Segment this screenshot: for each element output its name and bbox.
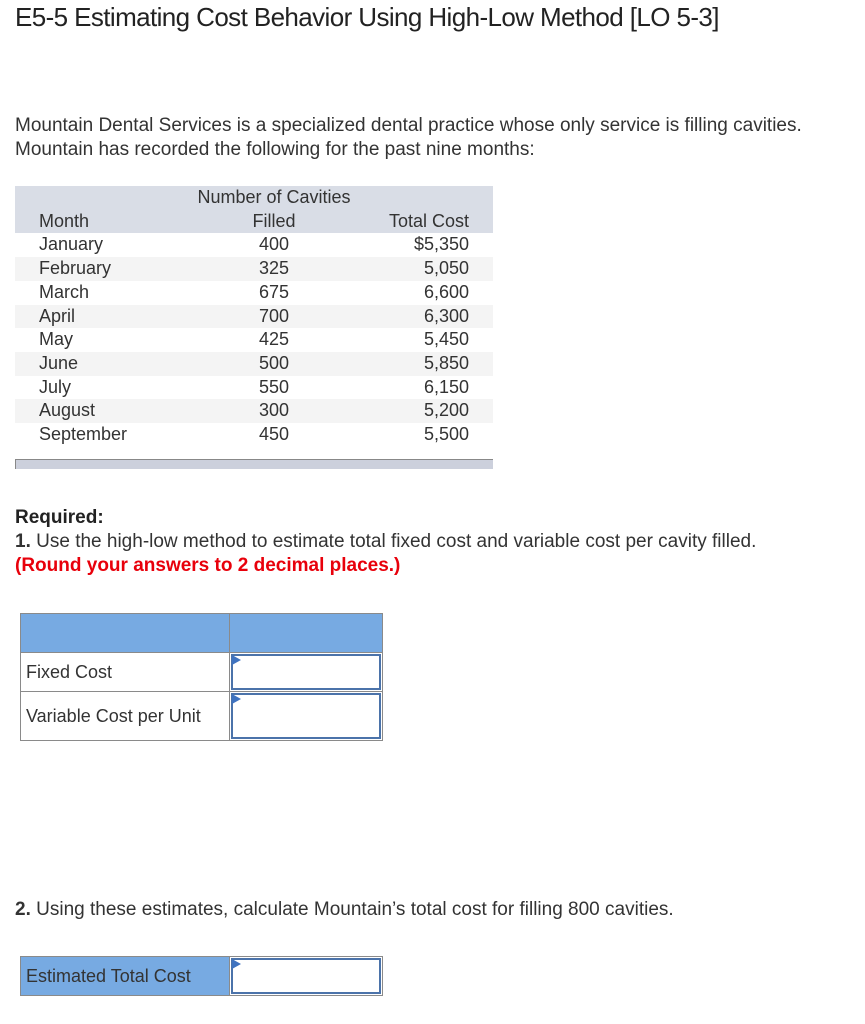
cell-month: February [39, 258, 112, 279]
cell-cavities: 450 [258, 424, 290, 445]
question-1-text: Use the high-low method to estimate tota… [30, 531, 757, 552]
cell-cavities: 400 [258, 234, 290, 255]
cell-cost: 5,050 [423, 258, 469, 279]
cell-month: April [39, 305, 76, 326]
problem-intro: Mountain Dental Services is a specialize… [15, 115, 802, 160]
cell-cavities: 300 [258, 400, 290, 421]
required-label: Required: [15, 507, 104, 528]
cell-cost: 5,500 [423, 424, 469, 445]
input-flag-icon [232, 694, 241, 704]
table-row: January 400 $5,350 [15, 233, 493, 257]
table-row: September 450 5,500 [15, 423, 493, 447]
cell-cavities: 675 [258, 281, 290, 302]
table-footer-bar [15, 459, 493, 469]
estimate-table: Estimated Total Cost [20, 956, 383, 996]
question-1-number: 1. [15, 531, 31, 552]
estimated-total-cost-cell [229, 956, 383, 996]
cell-cost: 5,850 [423, 352, 469, 373]
table-header-row: Month Number of Cavities Filled Total Co… [15, 186, 493, 234]
answer-row-variable-cost: Variable Cost per Unit [20, 691, 383, 741]
header-month: Month [39, 210, 90, 231]
table-row: April 700 6,300 [15, 304, 493, 329]
cost-data-table: Month Number of Cavities Filled Total Co… [15, 186, 493, 447]
variable-cost-cell [229, 691, 383, 741]
input-flag-icon [232, 655, 241, 665]
table-row: March 675 6,600 [15, 281, 493, 305]
table-row: August 300 5,200 [15, 399, 493, 424]
input-flag-icon [232, 959, 241, 969]
cell-cost: $5,350 [413, 234, 469, 255]
estimated-total-cost-label: Estimated Total Cost [20, 956, 230, 996]
answer-table-header [20, 613, 383, 653]
cell-cost: 5,450 [423, 329, 469, 350]
header-total-cost: Total Cost [388, 210, 469, 231]
cell-cost: 6,600 [423, 281, 469, 302]
cell-cost: 5,200 [423, 400, 469, 421]
estimate-row: Estimated Total Cost [20, 956, 383, 996]
question-1: 1. Use the high-low method to estimate t… [15, 530, 865, 554]
answer-table: Fixed Cost Variable Cost per Unit [20, 613, 383, 741]
question-2-number: 2. [15, 899, 31, 920]
cell-cost: 6,150 [423, 376, 469, 397]
cell-month: September [39, 424, 128, 445]
estimated-total-cost-input[interactable] [231, 958, 381, 994]
answer-row-fixed-cost: Fixed Cost [20, 652, 383, 692]
cell-month: July [39, 376, 72, 397]
required-section: Required: 1. Use the high-low method to … [15, 506, 865, 578]
table-row: May 425 5,450 [15, 328, 493, 352]
cell-month: August [39, 400, 96, 421]
cell-cavities: 425 [258, 329, 290, 350]
header-cavities-line1: Number of Cavities [197, 187, 351, 207]
cell-month: March [39, 281, 90, 302]
table-row: July 550 6,150 [15, 376, 493, 400]
header-cavities: Number of Cavities Filled [189, 186, 359, 233]
cell-cavities: 700 [258, 305, 290, 326]
fixed-cost-input[interactable] [231, 654, 381, 690]
cell-month: May [39, 329, 74, 350]
variable-cost-input[interactable] [231, 693, 381, 739]
question-2: 2. Using these estimates, calculate Moun… [15, 898, 674, 922]
table-row: June 500 5,850 [15, 351, 493, 376]
answer-header-blank-right [229, 613, 383, 653]
question-2-text: Using these estimates, calculate Mountai… [30, 899, 674, 920]
rounding-note: (Round your answers to 2 decimal places.… [15, 555, 401, 576]
fixed-cost-cell [229, 652, 383, 692]
cell-cost: 6,300 [423, 305, 469, 326]
cell-cavities: 550 [258, 376, 290, 397]
cell-month: June [39, 352, 79, 373]
fixed-cost-label: Fixed Cost [20, 652, 230, 692]
cell-cavities: 500 [258, 352, 290, 373]
cell-cavities: 325 [258, 258, 290, 279]
variable-cost-label: Variable Cost per Unit [20, 691, 230, 741]
table-row: February 325 5,050 [15, 257, 493, 281]
page-title: E5-5 Estimating Cost Behavior Using High… [15, 2, 720, 32]
header-cavities-line2: Filled [252, 210, 296, 231]
answer-header-blank-left [20, 613, 230, 653]
cell-month: January [39, 234, 104, 255]
